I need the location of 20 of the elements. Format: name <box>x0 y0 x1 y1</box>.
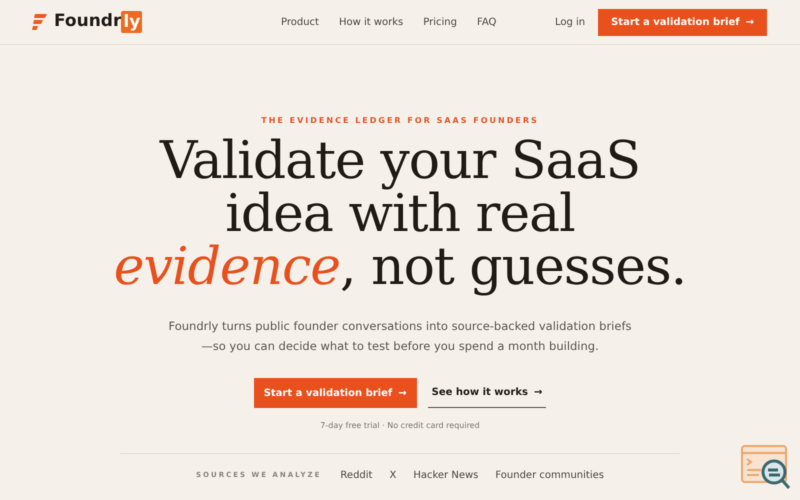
primary-cta-button[interactable]: Start a validation brief → <box>254 378 417 408</box>
login-link[interactable]: Log in <box>554 14 586 30</box>
see-how-link[interactable]: See how it works → <box>428 378 546 408</box>
nav-link[interactable]: FAQ <box>476 14 496 30</box>
hero-subtitle: Foundrly turns public founder conversations into source-backed validation briefs—so you can decide what to test before you spend a month building. <box>168 318 632 355</box>
source-name: X <box>389 469 396 483</box>
trial-note: 7-day free trial · No credit card required <box>320 420 480 432</box>
hero-headline: Validate your SaaS idea with real evidence, not guesses. <box>114 135 686 294</box>
nav-link[interactable]: Product <box>281 14 319 30</box>
eyebrow-text: THE EVIDENCE LEDGER FOR SAAS FOUNDERS <box>261 115 539 127</box>
logo-icon <box>32 13 48 31</box>
browser-search-drawing <box>741 445 793 491</box>
logo-text: Foundr <box>54 10 122 34</box>
source-name: Founder communities <box>495 469 604 483</box>
nav-link[interactable]: How it works <box>338 14 404 30</box>
source-name: Hacker News <box>413 469 478 483</box>
source-name: Reddit <box>340 469 372 483</box>
header-cta-button[interactable]: Start a validation brief → <box>598 8 767 36</box>
nav-link[interactable]: Pricing <box>423 14 457 30</box>
logo-badge: ly <box>121 11 142 33</box>
